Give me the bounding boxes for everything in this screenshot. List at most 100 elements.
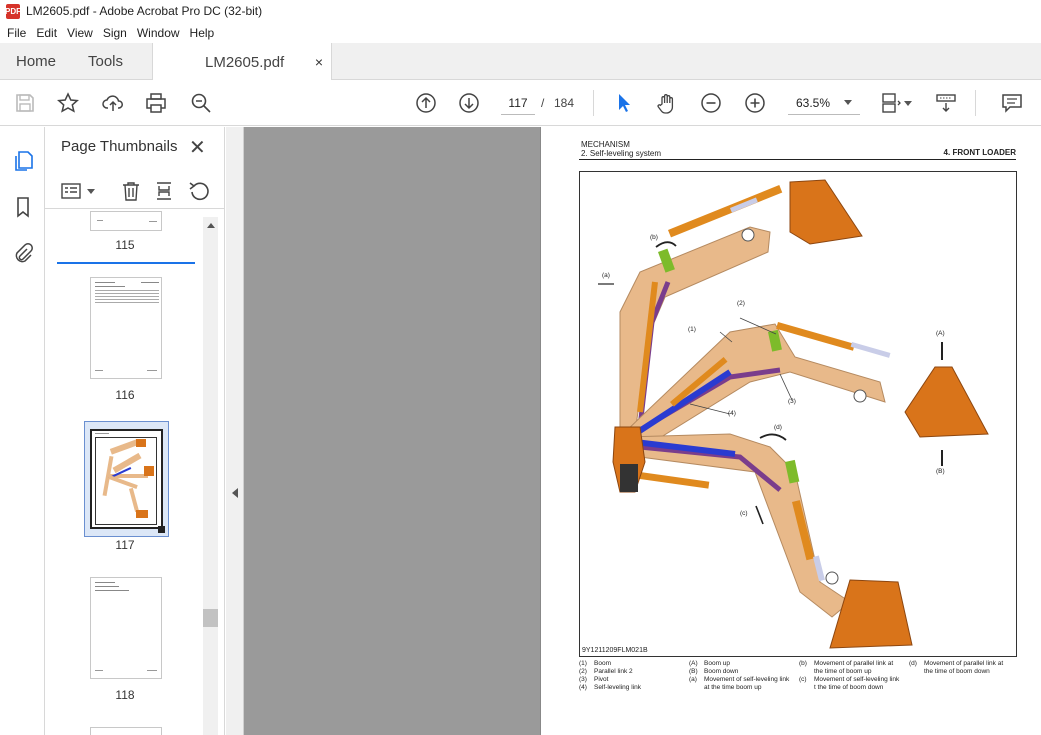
menu-sign[interactable]: Sign — [98, 26, 132, 40]
thumbnail-page-next[interactable] — [90, 727, 162, 735]
zoom-in-icon[interactable] — [743, 91, 767, 115]
header-rule — [579, 159, 1016, 160]
panel-collapse-handle[interactable] — [226, 127, 244, 735]
thumbnail-page-118[interactable] — [90, 577, 162, 679]
legend-key: (a) — [689, 676, 697, 683]
page-thumbnails-icon[interactable] — [11, 149, 35, 173]
tab-document-label: LM2605.pdf — [205, 53, 285, 71]
panel-toolbar — [45, 173, 225, 209]
toolbar-divider — [593, 90, 594, 116]
menu-view[interactable]: View — [62, 26, 98, 40]
thumbnail-label: 117 — [115, 538, 135, 552]
comment-icon[interactable] — [1000, 91, 1024, 115]
save-icon[interactable] — [13, 91, 37, 115]
fit-page-icon[interactable] — [878, 91, 902, 115]
scrollbar-thumb[interactable] — [203, 609, 218, 627]
page-number-input[interactable] — [501, 91, 535, 115]
drop-indicator — [57, 262, 195, 264]
legend-text: Parallel link 2 — [594, 668, 633, 675]
tab-tools[interactable]: Tools — [88, 43, 123, 80]
bookmark-star-icon[interactable] — [56, 91, 80, 115]
label-a: (a) — [602, 272, 610, 279]
legend-key — [689, 684, 704, 692]
pdf-page: MECHANISM 2. Self-leveling system 4. FRO… — [540, 127, 1041, 735]
zoom-out-icon[interactable] — [699, 91, 723, 115]
legend-column-4: (d) Movement of parallel link at the time… — [909, 660, 1003, 676]
legend-key: (b) — [799, 660, 807, 667]
close-tab-icon[interactable]: × — [315, 54, 323, 70]
hand-icon[interactable] — [655, 91, 679, 115]
loader-figure: (b) (a) (1) (2) (3) (4) (d) (c) (A) (B) … — [579, 171, 1017, 657]
menu-edit[interactable]: Edit — [31, 26, 62, 40]
legend-text: Movement of parallel link at — [924, 660, 1004, 667]
scroll-mode-icon[interactable] — [934, 91, 958, 115]
toolbar-divider — [975, 90, 976, 116]
fit-page-caret-icon[interactable] — [904, 101, 912, 106]
menu-help[interactable]: Help — [185, 26, 220, 40]
select-arrow-icon[interactable] — [612, 91, 636, 115]
legend-text: Boom — [594, 660, 611, 667]
legend-key — [909, 668, 924, 676]
legend-key: (d) — [909, 660, 917, 667]
label-4: (4) — [728, 410, 736, 417]
thumbnail-options-icon[interactable] — [59, 179, 83, 203]
loader-diagram — [598, 179, 989, 649]
menu-bar: File Edit View Sign Window Help — [0, 22, 1041, 43]
legend-text: the time of boom up — [814, 668, 872, 675]
thumbnail-list: 115 116 117 118 — [45, 211, 205, 735]
page-separator: / — [541, 96, 545, 110]
legend-key: (4) — [579, 684, 587, 691]
menu-window[interactable]: Window — [132, 26, 185, 40]
page-total: 184 — [554, 96, 575, 110]
bookmark-icon[interactable] — [11, 195, 35, 219]
label-c: (c) — [740, 510, 748, 517]
delete-icon[interactable] — [119, 179, 143, 203]
thumbnail-label: 115 — [115, 238, 135, 252]
legend-row: (d) Movement of parallel link at — [909, 660, 1003, 668]
logo-text: PDF — [5, 6, 21, 16]
legend-row: (2) Parallel link 2 — [579, 668, 641, 676]
label-B: (B) — [936, 468, 945, 475]
legend-row: the time of boom up — [799, 668, 899, 676]
print-icon[interactable] — [144, 91, 168, 115]
legend-key: (2) — [579, 668, 587, 675]
attachment-icon[interactable] — [11, 241, 35, 265]
panel-title: Page Thumbnails — [61, 138, 178, 155]
close-panel-icon[interactable]: ✕ — [189, 135, 206, 160]
document-area[interactable]: MECHANISM 2. Self-leveling system 4. FRO… — [244, 127, 1041, 735]
legend-key: (c) — [799, 676, 807, 683]
label-1: (1) — [688, 326, 696, 333]
search-zoom-icon[interactable] — [189, 91, 213, 115]
label-2: (2) — [737, 300, 745, 307]
legend-text: Movement of self-leveling link — [704, 676, 790, 683]
page-down-icon[interactable] — [457, 91, 481, 115]
page-up-icon[interactable] — [414, 91, 438, 115]
thumbnail-scrollbar[interactable] — [203, 217, 218, 735]
thumbnails-panel: Page Thumbnails ✕ 115 116 117 118 — [45, 127, 225, 735]
legend-row: (A) Boom up — [689, 660, 789, 668]
legend-text: the time of boom down — [924, 668, 990, 675]
upload-cloud-icon[interactable] — [101, 91, 125, 115]
extract-pages-icon[interactable] — [152, 179, 176, 203]
legend-key: (A) — [689, 660, 698, 667]
tab-document[interactable]: LM2605.pdf × — [152, 43, 332, 81]
rotate-icon[interactable] — [187, 179, 211, 203]
doc-header-section: MECHANISM — [581, 140, 630, 149]
zoom-select[interactable]: 63.5% — [788, 91, 860, 115]
legend-row: (a) Movement of self-leveling link — [689, 676, 789, 684]
tab-home[interactable]: Home — [16, 43, 56, 80]
legend-text: Self-leveling link — [594, 684, 641, 691]
options-caret-icon[interactable] — [87, 189, 95, 194]
legend-row: (B) Boom down — [689, 668, 789, 676]
legend-row: (4) Self-leveling link — [579, 684, 641, 692]
legend-text: Movement of parallel link at — [814, 660, 894, 667]
zoom-value: 63.5% — [796, 95, 831, 110]
thumbnail-page-115[interactable] — [90, 211, 162, 231]
menu-file[interactable]: File — [2, 26, 31, 40]
scroll-up-icon[interactable] — [207, 223, 215, 228]
legend-column-2: (A) Boom up (B) Boom down (a) Movement of s… — [689, 660, 789, 692]
legend-key — [799, 668, 814, 676]
legend-row: the time of boom down — [909, 668, 1003, 676]
thumbnail-selected[interactable] — [84, 421, 169, 537]
thumbnail-page-116[interactable] — [90, 277, 162, 379]
